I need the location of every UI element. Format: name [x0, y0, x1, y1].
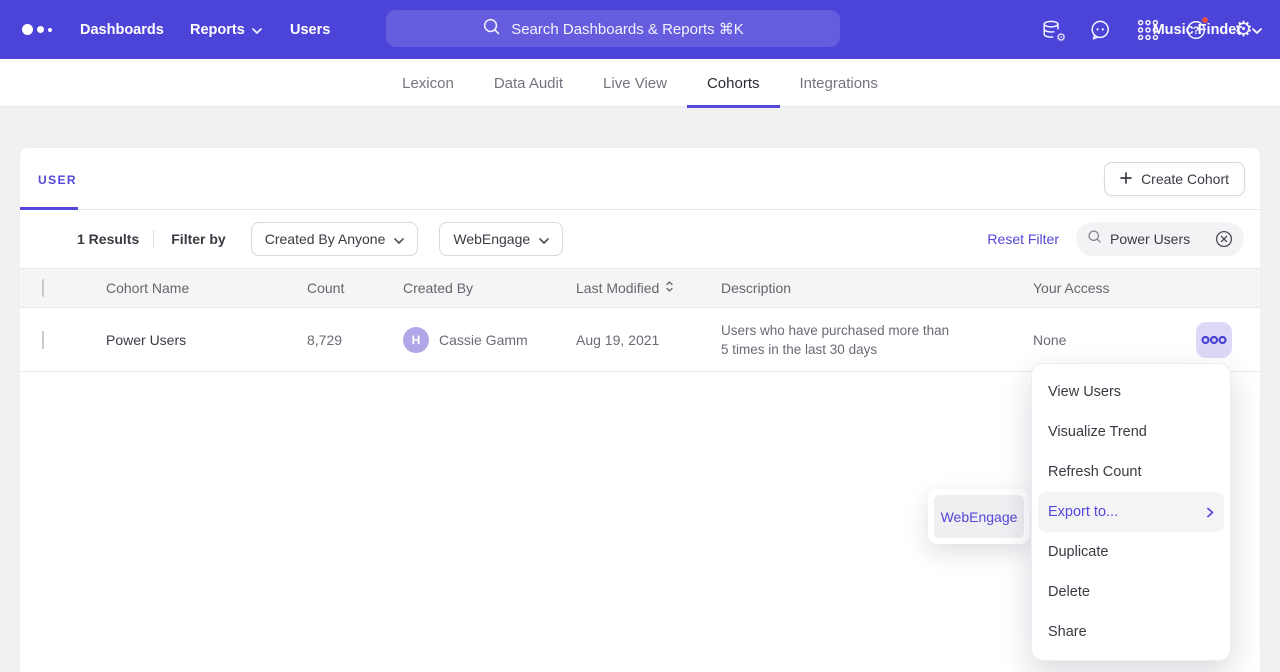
last-modified-label: Last Modified	[576, 280, 659, 296]
divider	[153, 230, 154, 248]
create-cohort-label: Create Cohort	[1141, 171, 1229, 187]
account-switcher[interactable]: Music Finder	[1153, 0, 1262, 59]
tab-cohorts[interactable]: Cohorts	[707, 59, 760, 107]
submenu-item-webengage[interactable]: WebEngage	[934, 495, 1024, 538]
column-header-last-modified[interactable]: Last Modified	[555, 280, 700, 296]
search-icon	[482, 17, 501, 40]
nav-users-label: Users	[290, 22, 330, 38]
create-cohort-button[interactable]: Create Cohort	[1104, 162, 1245, 196]
menu-item-delete[interactable]: Delete	[1032, 572, 1230, 612]
avatar: H	[403, 327, 429, 353]
column-header-cohort-name: Cohort Name	[86, 280, 286, 296]
webengage-filter-value: WebEngage	[453, 231, 530, 247]
chevron-down-icon	[394, 231, 404, 247]
select-all-checkbox[interactable]	[42, 279, 44, 297]
plus-icon	[1120, 171, 1132, 187]
mixpanel-logo[interactable]	[22, 0, 52, 59]
reset-filter-link[interactable]: Reset Filter	[987, 231, 1059, 247]
menu-item-share[interactable]: Share	[1032, 612, 1230, 652]
global-search-placeholder: Search Dashboards & Reports ⌘K	[511, 20, 744, 38]
tab-lexicon[interactable]: Lexicon	[402, 59, 454, 107]
filter-toolbar: 1 Results Filter by Created By Anyone We…	[20, 210, 1260, 268]
top-navigation: Dashboards Reports Users Search Dashboar…	[0, 0, 1280, 59]
account-name: Music Finder	[1153, 22, 1242, 38]
tab-live-view[interactable]: Live View	[603, 59, 667, 107]
menu-item-duplicate[interactable]: Duplicate	[1032, 532, 1230, 572]
column-header-your-access: Your Access	[992, 280, 1260, 296]
chevron-down-icon	[539, 231, 549, 247]
mini-gear-icon: ⚙	[1055, 31, 1067, 44]
webengage-filter-dropdown[interactable]: WebEngage	[439, 222, 563, 256]
clear-search-icon[interactable]	[1215, 230, 1233, 248]
tab-integrations[interactable]: Integrations	[800, 59, 878, 107]
created-by-cell: H Cassie Gamm	[382, 327, 555, 353]
row-more-actions-button[interactable]	[1196, 322, 1232, 358]
row-checkbox[interactable]	[42, 331, 44, 349]
cohort-type-header: USER Create Cohort	[20, 148, 1260, 210]
menu-item-visualize-trend[interactable]: Visualize Trend	[1032, 412, 1230, 452]
cohort-name-cell[interactable]: Power Users	[86, 332, 286, 348]
nav-dashboards[interactable]: Dashboards	[80, 0, 164, 59]
chevron-right-icon	[1207, 507, 1214, 518]
global-search-input[interactable]: Search Dashboards & Reports ⌘K	[386, 10, 840, 47]
database-settings-icon[interactable]: ⚙	[1040, 18, 1063, 41]
export-to-label: Export to...	[1048, 504, 1118, 520]
cohort-actions-menu: View Users Visualize Trend Refresh Count…	[1031, 363, 1231, 661]
chevron-down-icon	[252, 22, 262, 38]
export-to-submenu: WebEngage	[928, 489, 1030, 544]
menu-item-refresh-count[interactable]: Refresh Count	[1032, 452, 1230, 492]
menu-item-export-to[interactable]: Export to...	[1038, 492, 1224, 532]
sort-icon	[665, 280, 674, 296]
cohort-search-value: Power Users	[1110, 231, 1190, 247]
nav-reports-label: Reports	[190, 22, 245, 38]
column-header-count: Count	[286, 280, 382, 296]
search-icon	[1087, 229, 1102, 249]
filter-toolbar-right: Reset Filter Power Users	[987, 222, 1244, 256]
chevron-down-icon	[1252, 22, 1262, 38]
table-header-row: Cohort Name Count Created By Last Modifi…	[20, 268, 1260, 308]
tab-user-cohorts[interactable]: USER	[38, 173, 77, 187]
created-by-filter-dropdown[interactable]: Created By Anyone	[251, 222, 419, 256]
results-count: 1 Results	[77, 231, 139, 247]
nav-users[interactable]: Users	[290, 0, 330, 59]
nav-dashboards-label: Dashboards	[80, 22, 164, 38]
messages-icon[interactable]	[1088, 18, 1111, 41]
column-header-created-by: Created By	[382, 280, 555, 296]
last-modified-cell: Aug 19, 2021	[555, 332, 700, 348]
tab-data-audit[interactable]: Data Audit	[494, 59, 563, 107]
nav-reports[interactable]: Reports	[190, 0, 262, 59]
column-header-description: Description	[700, 280, 992, 296]
data-management-tabs: Lexicon Data Audit Live View Cohorts Int…	[0, 59, 1280, 107]
description-cell: Users who have purchased more than 5 tim…	[700, 321, 992, 359]
menu-item-view-users[interactable]: View Users	[1032, 372, 1230, 412]
count-cell: 8,729	[286, 332, 382, 348]
created-by-name: Cassie Gamm	[439, 332, 528, 348]
cohort-search-input[interactable]: Power Users	[1076, 222, 1244, 256]
filter-by-label: Filter by	[171, 231, 225, 247]
created-by-filter-value: Created By Anyone	[265, 231, 386, 247]
